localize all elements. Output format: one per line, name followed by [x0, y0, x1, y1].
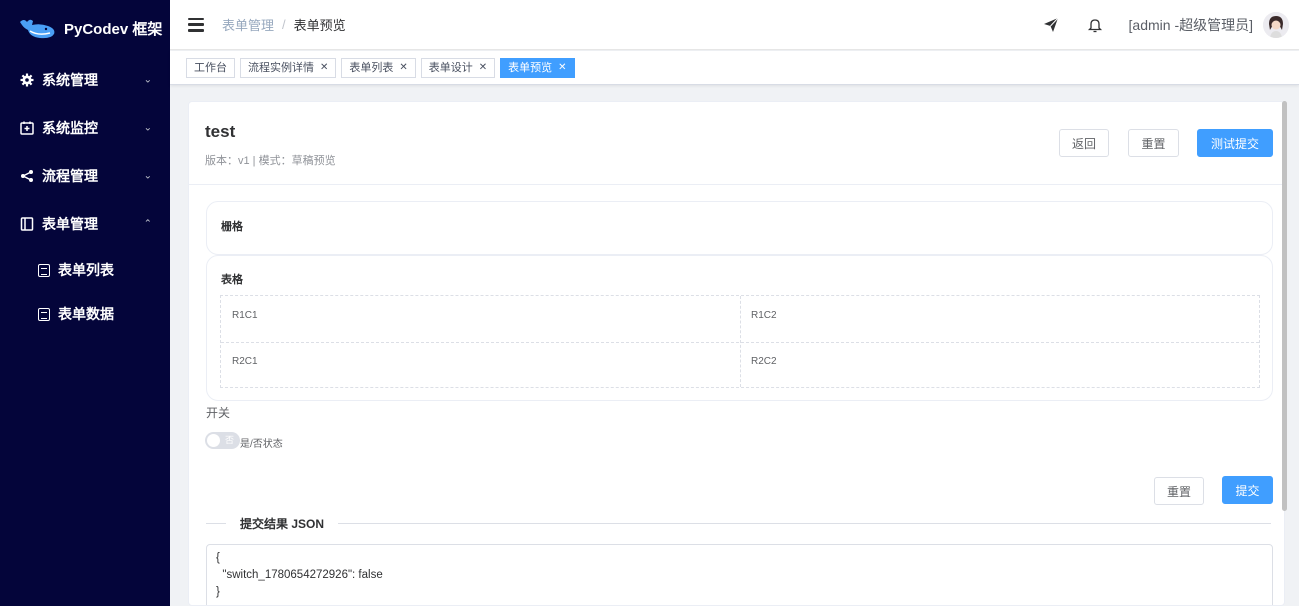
sidebar-subitem-label: 表单列表	[58, 262, 114, 278]
grid-label: 栅格	[221, 221, 243, 233]
sidebar-subitem-form-list[interactable]: 表单列表	[0, 248, 170, 292]
breadcrumb-current: 表单预览	[293, 18, 346, 33]
chevron-down-icon: ⌄	[143, 170, 152, 182]
tag-label: 表单设计	[428, 61, 473, 74]
form-icon	[20, 217, 34, 231]
app-logo[interactable]: PyCodev 框架	[0, 0, 170, 56]
breadcrumb-item[interactable]: 表单管理	[222, 15, 274, 34]
header-actions: [admin -超级管理员]	[1041, 0, 1289, 50]
sidebar-item-label: 流程管理	[42, 168, 98, 184]
sidebar-item-label: 系统管理	[42, 72, 98, 88]
tags-view: 工作台 流程实例详情 ✕ 表单列表 ✕ 表单设计 ✕ 表单预览 ✕	[170, 51, 1299, 85]
submit-button[interactable]: 提交	[1222, 476, 1273, 504]
close-icon[interactable]: ✕	[399, 59, 407, 77]
tag-workbench[interactable]: 工作台	[186, 57, 235, 78]
monitor-icon	[20, 121, 34, 135]
boolean-switch[interactable]: 否	[205, 432, 240, 449]
result-divider	[206, 523, 1271, 524]
tag-form-preview[interactable]: 表单预览 ✕	[500, 57, 575, 78]
form-preview-card: test 版本：v1 | 模式：草稿预览 返回 重置 测试提交 栅格 表格 R1…	[188, 101, 1285, 606]
switch-inactive-text: 否	[225, 435, 235, 445]
tag-form-list[interactable]: 表单列表 ✕	[341, 57, 416, 78]
top-header: 表单管理 / 表单预览 [admin -超级管理员]	[170, 0, 1299, 50]
tag-label: 流程实例详情	[248, 61, 314, 74]
table-cell: R1C1	[232, 310, 258, 321]
tag-label: 工作台	[194, 61, 227, 74]
table-label: 表格	[221, 274, 243, 286]
document-icon	[38, 263, 50, 277]
table-cell: R2C1	[232, 356, 258, 367]
hamburger-menu-icon[interactable]	[188, 17, 204, 32]
reset-button[interactable]: 重置	[1128, 129, 1179, 157]
whale-logo-icon	[18, 16, 58, 40]
breadcrumb: 表单管理 / 表单预览	[222, 15, 346, 34]
table-cell: R2C2	[751, 356, 777, 367]
card-header: test 版本：v1 | 模式：草稿预览 返回 重置 测试提交	[189, 102, 1284, 185]
switch-field-label: 开关	[206, 406, 231, 420]
form-table: R1C1 R1C2 R2C1 R2C2	[220, 295, 1260, 388]
tag-label: 表单列表	[349, 61, 394, 74]
sidebar-item-forms[interactable]: 表单管理 ⌃	[0, 200, 170, 248]
sidebar-item-system[interactable]: 系统管理 ⌄	[0, 56, 170, 104]
vertical-scrollbar[interactable]	[1282, 101, 1287, 511]
tag-form-design[interactable]: 表单设计 ✕	[420, 57, 496, 78]
chevron-up-icon: ⌃	[143, 218, 152, 230]
sidebar-item-label: 表单管理	[42, 216, 98, 232]
send-icon[interactable]	[1041, 15, 1061, 35]
switch-hint: 是/否状态	[240, 439, 283, 450]
bell-icon[interactable]	[1085, 15, 1105, 35]
back-button[interactable]: 返回	[1059, 129, 1109, 157]
sidebar: PyCodev 框架 系统管理 ⌄ 系统监控 ⌄ 流程管理 ⌄ 表单管理 ⌃ 表…	[0, 0, 170, 606]
grid-panel: 栅格	[206, 201, 1273, 255]
share-icon	[20, 169, 34, 183]
breadcrumb-separator: /	[282, 17, 286, 32]
table-panel: 表格 R1C1 R1C2 R2C1 R2C2	[206, 255, 1273, 401]
close-icon[interactable]: ✕	[558, 59, 566, 77]
result-label: 提交结果 JSON	[226, 515, 339, 532]
switch-knob	[207, 434, 220, 447]
sidebar-subitem-label: 表单数据	[58, 306, 114, 322]
chevron-down-icon: ⌄	[143, 74, 152, 86]
result-json: { "switch_1780654272926": false }	[206, 544, 1273, 605]
gear-icon	[20, 73, 34, 87]
sidebar-item-label: 系统监控	[42, 120, 98, 136]
close-icon[interactable]: ✕	[479, 59, 487, 77]
bottom-reset-button[interactable]: 重置	[1154, 477, 1204, 505]
app-title: PyCodev 框架	[64, 20, 163, 38]
tag-label: 表单预览	[508, 61, 553, 74]
sidebar-subitem-form-data[interactable]: 表单数据	[0, 292, 170, 336]
close-icon[interactable]: ✕	[320, 59, 328, 77]
chevron-down-icon: ⌄	[143, 122, 152, 134]
avatar[interactable]	[1263, 12, 1289, 38]
test-submit-button[interactable]: 测试提交	[1197, 129, 1273, 157]
document-icon	[38, 307, 50, 321]
sidebar-item-monitor[interactable]: 系统监控 ⌄	[0, 104, 170, 152]
sidebar-item-workflow[interactable]: 流程管理 ⌄	[0, 152, 170, 200]
tag-process-detail[interactable]: 流程实例详情 ✕	[240, 57, 337, 78]
table-cell: R1C2	[751, 310, 777, 321]
user-name[interactable]: [admin -超级管理员]	[1129, 15, 1253, 35]
